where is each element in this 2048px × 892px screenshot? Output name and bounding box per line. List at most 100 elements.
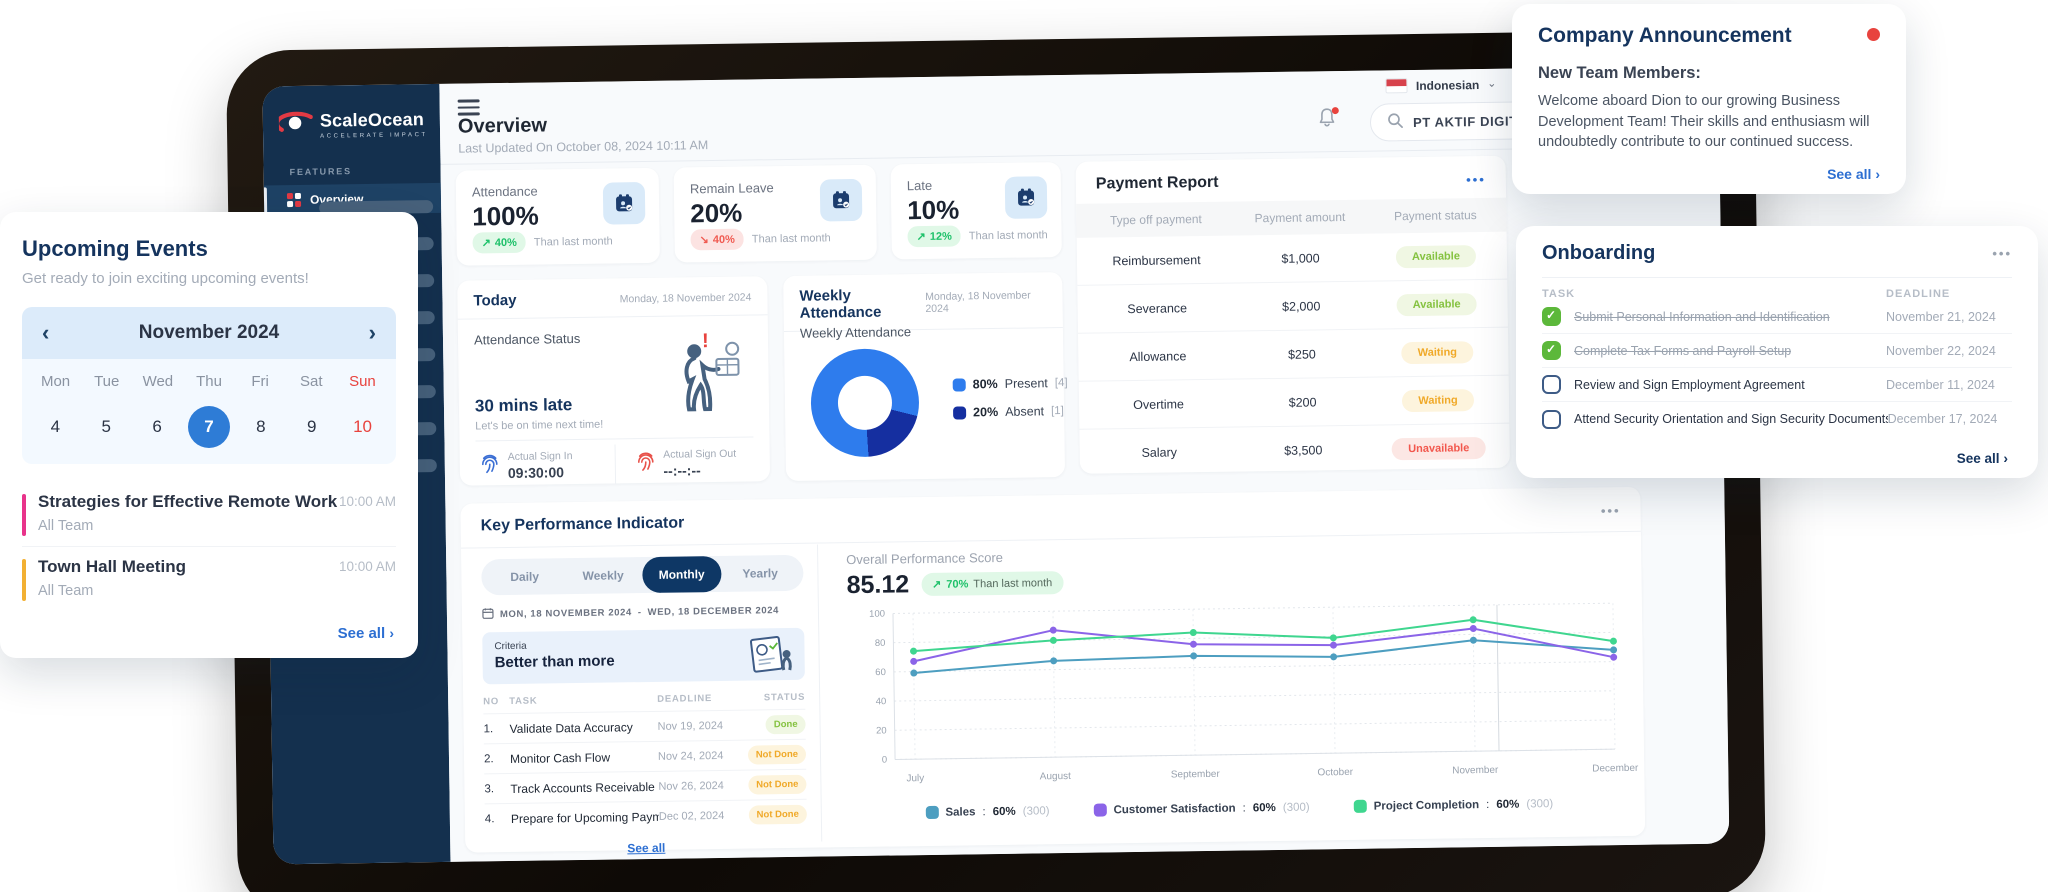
calendar-check-icon bbox=[1004, 176, 1048, 219]
day-header: Thu bbox=[196, 373, 222, 390]
chevron-right-icon: › bbox=[2003, 450, 2008, 466]
date-cell[interactable]: 6 bbox=[132, 417, 183, 437]
kpi-card: Key Performance Indicator ••• Daily Week… bbox=[460, 486, 1646, 856]
late-person-illustration: ! bbox=[658, 324, 755, 430]
task-deadline: Dec 02, 2024 bbox=[658, 809, 725, 823]
last-updated-text: Last Updated On October 08, 2024 10:11 A… bbox=[458, 138, 709, 156]
column-header: DEADLINE bbox=[1886, 288, 1951, 300]
more-menu-icon[interactable]: ••• bbox=[1466, 171, 1486, 186]
brand-logo: ScaleOcean ACCELERATE IMPACT bbox=[262, 84, 440, 144]
performance-score: 85.12 bbox=[846, 570, 910, 600]
checkbox-checked[interactable] bbox=[1542, 307, 1561, 326]
onboarding-task-row: Complete Tax Forms and Payroll Setup Nov… bbox=[1542, 334, 2012, 368]
dashboard-screen: ScaleOcean ACCELERATE IMPACT FEATURES Ov… bbox=[262, 65, 1730, 865]
checkbox-unchecked[interactable] bbox=[1542, 409, 1561, 429]
indonesian-flag-icon bbox=[1385, 78, 1409, 94]
payment-amount: $1,000 bbox=[1281, 250, 1320, 266]
trend-delta: 12% bbox=[929, 230, 952, 243]
trend-up-icon: ↗ bbox=[932, 578, 942, 591]
page-title: Overview bbox=[457, 114, 548, 138]
kpi-period-tabs: Daily Weekly Monthly Yearly bbox=[481, 554, 804, 596]
task-deadline: November 22, 2024 bbox=[1886, 343, 1996, 358]
checkbox-checked[interactable] bbox=[1542, 341, 1561, 360]
svg-text:20: 20 bbox=[876, 725, 887, 736]
calendar-day-headers: Mon Tue Wed Thu Fri Sat Sun bbox=[30, 373, 388, 390]
announcement-heading: New Team Members: bbox=[1538, 64, 1701, 82]
donut-hole bbox=[837, 375, 893, 431]
task-number: 3. bbox=[484, 782, 495, 795]
announcement-title: Company Announcement bbox=[1538, 24, 1792, 47]
calendar-next-icon[interactable]: › bbox=[369, 322, 376, 344]
legend-total: (300) bbox=[1022, 804, 1050, 818]
tab-yearly[interactable]: Yearly bbox=[721, 559, 800, 588]
events-see-all-link[interactable]: See all › bbox=[338, 625, 394, 642]
attendance-donut-chart bbox=[810, 348, 920, 458]
trend-up-icon: ↗ bbox=[916, 230, 926, 244]
sign-out-block: Actual Sign Out --:--:-- bbox=[614, 442, 771, 484]
payment-type: Severance bbox=[1127, 300, 1188, 316]
event-title: Town Hall Meeting bbox=[38, 557, 186, 576]
day-header: Tue bbox=[94, 373, 120, 390]
notification-bell-icon[interactable] bbox=[1318, 107, 1340, 131]
sign-in-label: Actual Sign In bbox=[507, 449, 573, 463]
language-selector[interactable]: Indonesian ⌄ bbox=[1385, 77, 1497, 94]
kpi-see-all-link[interactable]: See all bbox=[627, 841, 665, 856]
criteria-illustration bbox=[746, 632, 795, 684]
payment-amount: $200 bbox=[1288, 394, 1317, 410]
trend-note: Than last month bbox=[751, 231, 831, 245]
svg-text:!: ! bbox=[702, 330, 709, 352]
date-cell[interactable]: 5 bbox=[81, 417, 132, 437]
calendar-dates: 4 5 6 7 8 9 10 bbox=[30, 406, 388, 448]
onboarding-see-all-link[interactable]: See all › bbox=[1957, 450, 2008, 466]
legend-separator: : bbox=[982, 805, 986, 818]
payment-amount: $250 bbox=[1287, 346, 1316, 362]
checkbox-unchecked[interactable] bbox=[1542, 375, 1561, 394]
svg-text:November: November bbox=[1452, 765, 1499, 777]
calendar-check-icon bbox=[602, 181, 646, 225]
date-cell-sunday[interactable]: 10 bbox=[337, 417, 388, 437]
event-time: 10:00 AM bbox=[338, 494, 396, 509]
range-end: WED, 18 DECEMBER 2024 bbox=[647, 605, 780, 618]
donut-legend: 80% Present [4] 20% Absent [1] bbox=[952, 376, 1069, 434]
kpi-task-row: 2. Monitor Cash Flow Nov 24, 2024 Not Do… bbox=[483, 738, 807, 774]
notification-dot bbox=[1331, 107, 1339, 115]
more-menu-icon[interactable]: ••• bbox=[1601, 503, 1621, 518]
legend-name: Customer Satisfaction bbox=[1113, 802, 1236, 816]
event-item[interactable]: Town Hall Meeting All Team 10:00 AM bbox=[22, 547, 396, 611]
payment-type: Allowance bbox=[1129, 348, 1187, 364]
calendar-prev-icon[interactable]: ‹ bbox=[42, 322, 49, 344]
onboarding-title: Onboarding bbox=[1542, 242, 1656, 264]
event-item[interactable]: Strategies for Effective Remote Work All… bbox=[22, 482, 396, 547]
kpi-title: Key Performance Indicator bbox=[480, 514, 685, 535]
column-header: TASK bbox=[1542, 288, 1576, 300]
date-cell-selected[interactable]: 7 bbox=[182, 406, 235, 448]
tab-daily[interactable]: Daily bbox=[485, 562, 564, 591]
legend-pct: 60% bbox=[1252, 801, 1276, 814]
date-cell[interactable]: 8 bbox=[235, 417, 286, 437]
status-badge: Waiting bbox=[1402, 388, 1474, 412]
scaleocean-swoosh-icon bbox=[275, 108, 313, 143]
column-header: Type off payment bbox=[1109, 212, 1202, 228]
task-deadline: Nov 24, 2024 bbox=[657, 749, 724, 763]
trend-note: Than last month bbox=[533, 234, 613, 249]
sign-out-label: Actual Sign Out bbox=[663, 447, 737, 461]
project-completion-swatch bbox=[1353, 799, 1367, 813]
more-menu-icon[interactable]: ••• bbox=[1992, 246, 2012, 261]
task-name: Validate Data Accuracy bbox=[509, 719, 633, 736]
search-icon bbox=[1387, 112, 1403, 133]
score-note: Than last month bbox=[973, 576, 1053, 590]
date-cell[interactable]: 9 bbox=[286, 417, 337, 437]
column-header: DEADLINE bbox=[657, 693, 713, 705]
events-list: Strategies for Effective Remote Work All… bbox=[22, 482, 396, 611]
weekly-attendance-subtitle: Weekly Attendance bbox=[799, 324, 912, 341]
upcoming-events-title: Upcoming Events bbox=[22, 236, 208, 261]
score-trend-badge: ↗ 70% Than last month bbox=[920, 571, 1064, 597]
company-announcement-card: Company Announcement New Team Members: W… bbox=[1512, 4, 1906, 194]
date-cell[interactable]: 4 bbox=[30, 417, 81, 437]
payment-amount: $2,000 bbox=[1281, 298, 1321, 314]
announcement-see-all-link[interactable]: See all › bbox=[1827, 166, 1880, 182]
stat-card-late: Late 10% ↗ 12% Than last month bbox=[890, 162, 1062, 260]
tab-monthly[interactable]: Monthly bbox=[642, 555, 722, 594]
calendar-check-icon bbox=[819, 178, 863, 222]
tab-weekly[interactable]: Weekly bbox=[564, 561, 643, 590]
